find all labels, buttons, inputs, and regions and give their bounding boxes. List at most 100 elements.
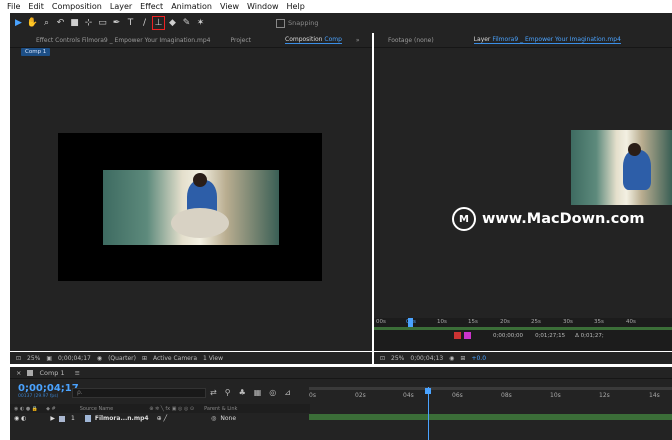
layer-parent-pickwhip-icon[interactable]: ◎: [211, 415, 216, 422]
tab-composition-prefix: Composition: [285, 36, 323, 43]
switches-header-icon: ⊕ ✲ ╲ fx ▣ ◎ ◎ ⊙: [149, 405, 195, 412]
draft-3d-icon[interactable]: ⚲: [225, 388, 231, 397]
layer-ruler-tick: 25s: [531, 319, 541, 325]
graph-editor-icon[interactable]: ⊿: [284, 388, 291, 397]
layer-timecode[interactable]: 0;00;04;13: [410, 355, 443, 362]
av-switches-icon: ◉ ◐ ● 🔒: [14, 405, 39, 412]
roto-brush-tool-icon[interactable]: ✎: [181, 17, 192, 29]
snapshot-icon[interactable]: ◉: [97, 355, 102, 362]
zoom-tool-icon[interactable]: ⌕: [41, 17, 52, 29]
rotate-tool-icon[interactable]: ↶: [55, 17, 66, 29]
layer-number: 1: [71, 415, 75, 422]
snapping-toggle[interactable]: Snapping: [276, 18, 319, 28]
layer-out-point[interactable]: 0;01;27;15: [535, 333, 565, 339]
frame-blending-icon[interactable]: ▦: [254, 388, 262, 397]
label-column-icon: ◆ #: [46, 405, 56, 412]
menu-help[interactable]: Help: [287, 2, 305, 11]
camera-tool-icon[interactable]: ■: [69, 17, 80, 29]
eraser-tool-icon[interactable]: ◆: [167, 17, 178, 29]
layer-in-point[interactable]: 0;00;00;00: [493, 333, 523, 339]
timeline-panel: × Comp 1 ≡ 0;00;04;17 00137 (29.97 fps) …: [10, 367, 672, 440]
clone-stamp-tool-icon[interactable]: ⊥: [152, 16, 165, 30]
tab-project[interactable]: Project: [230, 37, 251, 44]
timeline-work-area-bar[interactable]: [309, 387, 672, 390]
layer-toggle-icon[interactable]: ⊞: [460, 355, 465, 362]
pen-tool-icon[interactable]: ✒: [111, 17, 122, 29]
timeline-search-input[interactable]: ρ.: [72, 388, 206, 398]
tab-composition-name: Comp: [324, 36, 342, 43]
fast-previews-icon[interactable]: ⊞: [142, 355, 147, 362]
layer-work-area[interactable]: [374, 327, 672, 330]
panel-expand-icon[interactable]: »: [356, 37, 360, 44]
video-frame: [103, 170, 279, 245]
comp-timecode[interactable]: 0;00;04;17: [58, 355, 91, 362]
menu-window[interactable]: Window: [247, 2, 279, 11]
snapping-checkbox[interactable]: [276, 18, 285, 28]
motion-blur-icon[interactable]: ◎: [269, 388, 276, 397]
menu-composition[interactable]: Composition: [52, 2, 102, 11]
layer-zoom[interactable]: 25%: [391, 355, 404, 362]
timeline-ruler[interactable]: 0s 02s 04s 06s 08s 10s 12s 14s: [309, 387, 672, 401]
comp-zoom[interactable]: 25%: [27, 355, 40, 362]
puppet-tool-icon[interactable]: ✶: [195, 17, 206, 29]
layer-ruler-tick: 00s: [376, 319, 386, 325]
layer-row[interactable]: ◉ ◐ ▶ 1 Filmora...n.mp4 ⊕ ╱ ◎ None: [10, 414, 310, 423]
comp-camera[interactable]: Active Camera: [153, 355, 197, 362]
menu-layer[interactable]: Layer: [110, 2, 132, 11]
composition-frame[interactable]: [58, 133, 322, 281]
menu-animation[interactable]: Animation: [171, 2, 212, 11]
layer-duration-bar[interactable]: [309, 414, 672, 420]
timeline-ruler-tick: 12s: [599, 392, 610, 399]
timeline-frame-info: 00137 (29.97 fps): [18, 394, 59, 399]
layer-visibility-icon[interactable]: ◉ ◐: [14, 415, 26, 422]
brush-tool-icon[interactable]: /: [139, 17, 150, 29]
timeline-tab-label[interactable]: Comp 1: [39, 369, 64, 377]
person-head: [193, 173, 207, 187]
rectangle-tool-icon[interactable]: ▭: [97, 17, 108, 29]
in-point-marker-icon[interactable]: [454, 332, 461, 339]
comp-resolution[interactable]: (Quarter): [108, 355, 136, 362]
layer-panel: Footage (none) Layer Filmora9 _ Empower …: [374, 33, 672, 351]
menu-view[interactable]: View: [220, 2, 239, 11]
layer-expand-icon[interactable]: ▶: [50, 415, 55, 422]
always-preview-icon[interactable]: ⊡: [16, 355, 21, 362]
menu-edit[interactable]: Edit: [28, 2, 44, 11]
layer-preview-icon[interactable]: ⊡: [380, 355, 385, 362]
comp-flowchart-icon[interactable]: ⇄: [210, 388, 217, 397]
layer-ruler-tick: 10s: [437, 319, 447, 325]
tab-layer-prefix: Layer: [473, 36, 491, 43]
layer-switches-icon[interactable]: ⊕ ╱: [157, 415, 168, 422]
region-of-interest-icon[interactable]: ▣: [46, 355, 52, 362]
tab-layer[interactable]: Layer Filmora9 _ Empower Your Imaginatio…: [473, 36, 621, 44]
hand-tool-icon[interactable]: ✋: [27, 17, 38, 29]
source-name-header[interactable]: Source Name: [80, 406, 114, 412]
selection-tool-icon[interactable]: ▶: [13, 17, 24, 29]
timeline-menu-icon[interactable]: ≡: [75, 369, 80, 377]
comp-view[interactable]: 1 View: [203, 355, 223, 362]
layer-parent-value[interactable]: None: [220, 415, 236, 422]
watermark: M www.MacDown.com: [452, 207, 644, 231]
current-time-indicator-line[interactable]: [428, 387, 429, 440]
timeline-ruler-tick: 14s: [649, 392, 660, 399]
timeline-current-time[interactable]: 0;00;04;17: [18, 383, 79, 394]
timeline-close-icon[interactable]: ×: [16, 369, 21, 377]
pan-behind-tool-icon[interactable]: ⊹: [83, 17, 94, 29]
layer-label-color[interactable]: [59, 415, 66, 422]
layer-playhead-icon[interactable]: [408, 318, 413, 327]
menu-file[interactable]: File: [7, 2, 20, 11]
comp-chip[interactable]: Comp 1: [21, 48, 51, 56]
layer-offset[interactable]: +0.0: [471, 355, 486, 362]
out-point-marker-icon[interactable]: [464, 332, 471, 339]
layer-footer: ⊡ 25% 0;00;04;13 ◉ ⊞ +0.0: [374, 352, 672, 364]
tab-footage[interactable]: Footage (none): [388, 37, 434, 44]
tab-composition[interactable]: Composition Comp: [285, 36, 342, 44]
parent-header[interactable]: Parent & Link: [204, 406, 237, 412]
tab-effect-controls[interactable]: Effect Controls Filmora9 _ Empower Your …: [36, 37, 210, 44]
layer-name[interactable]: Filmora...n.mp4: [95, 415, 149, 422]
menu-effect[interactable]: Effect: [140, 2, 163, 11]
timeline-tabs: × Comp 1 ≡: [10, 367, 672, 379]
layer-ruler-tick: 20s: [500, 319, 510, 325]
layer-snapshot-icon[interactable]: ◉: [449, 355, 454, 362]
shy-icon[interactable]: ♣: [239, 388, 246, 397]
type-tool-icon[interactable]: T: [125, 17, 136, 29]
